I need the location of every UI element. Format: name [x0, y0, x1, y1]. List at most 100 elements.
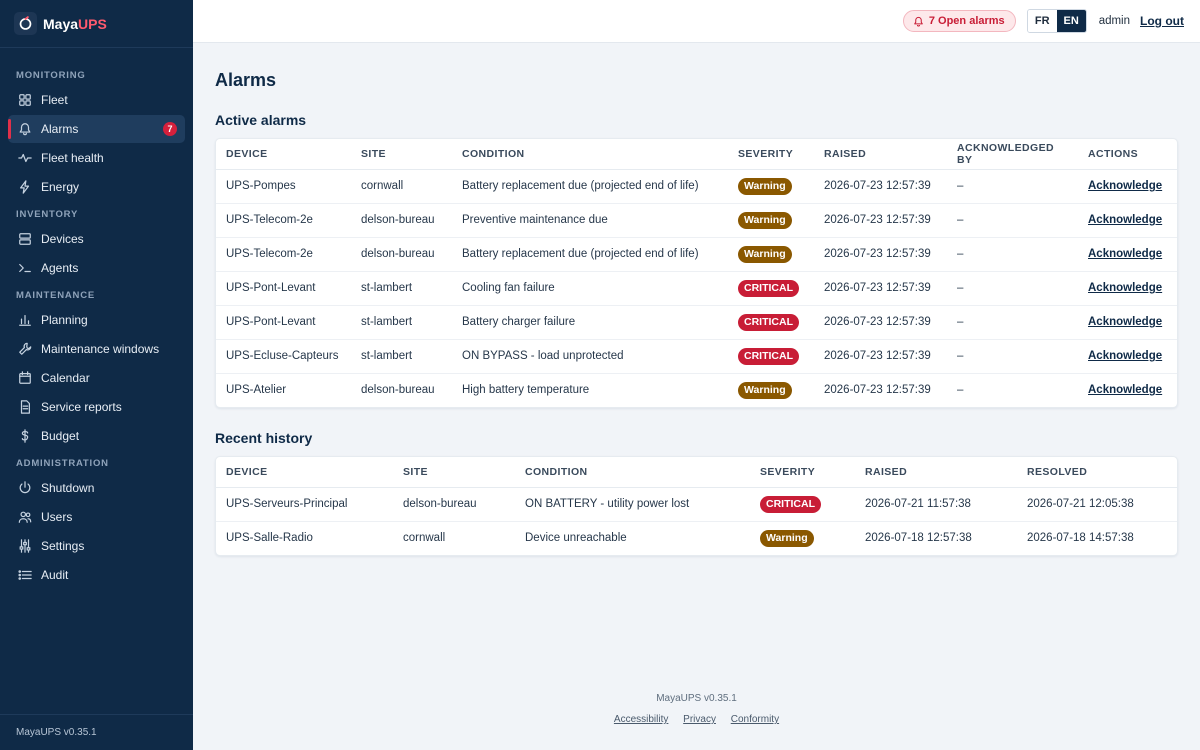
- username: admin: [1098, 15, 1131, 27]
- site-cell: delson-bureau: [351, 203, 452, 238]
- document-icon: [18, 400, 32, 414]
- resolved-cell: 2026-07-21 12:05:38: [1017, 487, 1177, 522]
- footer-link-conformity[interactable]: Conformity: [731, 714, 779, 725]
- acknowledged-by-cell: –: [947, 339, 1078, 374]
- sidebar-nav: MONITORING Fleet Alarms 7 Fleet health Energy…: [0, 48, 193, 714]
- sidebar-item-alarms[interactable]: Alarms 7: [8, 115, 185, 143]
- severity-badge: Warning: [738, 245, 792, 263]
- power-icon: [18, 481, 32, 495]
- sidebar-item-audit[interactable]: Audit: [8, 561, 185, 589]
- severity-cell: CRITICAL: [750, 487, 855, 522]
- condition-cell: ON BYPASS - load unprotected: [452, 339, 728, 374]
- severity-badge: CRITICAL: [738, 279, 799, 297]
- sidebar-item-users[interactable]: Users: [8, 503, 185, 531]
- column-header-severity: SEVERITY: [750, 457, 855, 488]
- acknowledge-link[interactable]: Acknowledge: [1088, 282, 1162, 294]
- acknowledged-by-cell: –: [947, 305, 1078, 340]
- acknowledge-link[interactable]: Acknowledge: [1088, 180, 1162, 192]
- sidebar: MayaUPS MONITORING Fleet Alarms 7 Fleet heal…: [0, 0, 193, 750]
- column-header-device: DEVICE: [216, 457, 393, 488]
- lang-fr-button[interactable]: FR: [1027, 10, 1057, 32]
- sidebar-item-planning[interactable]: Planning: [8, 306, 185, 334]
- sidebar-item-energy[interactable]: Energy: [8, 173, 185, 201]
- severity-badge: Warning: [738, 211, 792, 229]
- sidebar-item-shutdown[interactable]: Shutdown: [8, 474, 185, 502]
- open-alarms-label: 7 Open alarms: [928, 15, 1005, 27]
- acknowledge-link[interactable]: Acknowledge: [1088, 214, 1162, 226]
- severity-cell: Warning: [728, 203, 814, 238]
- column-header-acknowledged-by: ACKNOWLEDGED BY: [947, 139, 1078, 170]
- alarm-count-badge: 7: [163, 122, 177, 136]
- sidebar-item-budget[interactable]: Budget: [8, 422, 185, 450]
- content: Alarms Active alarms DEVICE SITE CONDITION…: [193, 43, 1200, 750]
- sidebar-item-label: Users: [41, 510, 73, 524]
- acknowledged-by-cell: –: [947, 271, 1078, 306]
- condition-cell: Preventive maintenance due: [452, 203, 728, 238]
- grid-icon: [18, 93, 32, 107]
- device-cell: UPS-Pont-Levant: [216, 271, 351, 306]
- sidebar-item-settings[interactable]: Settings: [8, 532, 185, 560]
- sidebar-item-calendar[interactable]: Calendar: [8, 364, 185, 392]
- raised-cell: 2026-07-18 12:57:38: [865, 532, 972, 545]
- table-row: UPS-Salle-Radio cornwall Device unreachabl…: [216, 521, 1177, 555]
- actions-cell: Acknowledge: [1078, 305, 1177, 340]
- calendar-icon: [18, 371, 32, 385]
- active-alarms-body: UPS-Pompes cornwall Battery replacement du…: [216, 169, 1177, 407]
- users-icon: [18, 510, 32, 524]
- lang-en-button[interactable]: EN: [1056, 10, 1086, 32]
- site-cell: st-lambert: [351, 305, 452, 340]
- severity-cell: Warning: [750, 521, 855, 555]
- severity-cell: Warning: [728, 237, 814, 272]
- column-header-severity: SEVERITY: [728, 139, 814, 170]
- table-row: UPS-Atelier delson-bureau High battery tem…: [216, 373, 1177, 407]
- device-cell: UPS-Telecom-2e: [216, 237, 351, 272]
- table-row: UPS-Pont-Levant st-lambert Cooling fan fai…: [216, 271, 1177, 306]
- column-header-raised: RAISED: [855, 457, 1017, 488]
- footer-link-accessibility[interactable]: Accessibility: [614, 714, 668, 725]
- acknowledge-link[interactable]: Acknowledge: [1088, 350, 1162, 362]
- brand[interactable]: MayaUPS: [0, 0, 193, 48]
- acknowledged-by-cell: –: [947, 203, 1078, 238]
- site-cell: delson-bureau: [361, 384, 435, 397]
- raised-cell: 2026-07-23 12:57:39: [814, 339, 947, 374]
- acknowledge-link[interactable]: Acknowledge: [1088, 248, 1162, 260]
- severity-badge: CRITICAL: [738, 313, 799, 331]
- footer-link-privacy[interactable]: Privacy: [683, 714, 716, 725]
- nav-section-monitoring: MONITORING: [16, 70, 86, 81]
- sidebar-item-maintenance-windows[interactable]: Maintenance windows: [8, 335, 185, 363]
- nav-section-maintenance: MAINTENANCE: [16, 290, 95, 301]
- open-alarms-pill[interactable]: 7 Open alarms: [902, 10, 1016, 32]
- app-root: MayaUPS MONITORING Fleet Alarms 7 Fleet heal…: [0, 0, 1200, 750]
- recent-history-header: DEVICE SITE CONDITION SEVERITY RAISED RESOLVE…: [216, 457, 1177, 488]
- raised-cell: 2026-07-21 11:57:38: [855, 487, 1017, 522]
- acknowledge-link[interactable]: Acknowledge: [1088, 316, 1162, 328]
- table-row: UPS-Pompes cornwall Battery replacement du…: [216, 169, 1177, 204]
- acknowledged-by-cell: –: [947, 169, 1078, 204]
- site-cell: delson-bureau: [351, 237, 452, 272]
- sidebar-item-fleet-health[interactable]: Fleet health: [8, 144, 185, 172]
- severity-cell: CRITICAL: [728, 305, 814, 340]
- list-icon: [18, 568, 32, 582]
- main: 7 Open alarms FR EN admin Log out Alarms…: [193, 0, 1200, 750]
- sidebar-version: MayaUPS v0.35.1: [0, 714, 193, 750]
- sidebar-item-label: Maintenance windows: [41, 342, 160, 356]
- sidebar-item-fleet[interactable]: Fleet: [8, 86, 185, 114]
- severity-cell: CRITICAL: [728, 339, 814, 374]
- site-cell: st-lambert: [351, 271, 452, 306]
- device-cell: UPS-Pompes: [216, 169, 351, 204]
- condition-cell: Battery charger failure: [452, 305, 728, 340]
- bar-chart-icon: [18, 313, 32, 327]
- footer-links: Accessibility Privacy Conformity: [193, 714, 1200, 725]
- acknowledge-link[interactable]: Acknowledge: [1088, 384, 1162, 396]
- site-cell: st-lambert: [351, 339, 452, 374]
- recent-history-card: DEVICE SITE CONDITION SEVERITY RAISED RESOLVE…: [215, 456, 1178, 556]
- sidebar-item-devices[interactable]: Devices: [8, 225, 185, 253]
- severity-cell: Warning: [728, 373, 814, 407]
- sidebar-item-agents[interactable]: Agents: [8, 254, 185, 282]
- sidebar-item-service-reports[interactable]: Service reports: [8, 393, 185, 421]
- table-row: UPS-Pont-Levant st-lambert Battery charger…: [216, 305, 1177, 340]
- condition-cell: Battery replacement due (projected end o…: [452, 237, 728, 272]
- raised-cell: 2026-07-23 12:57:39: [814, 305, 947, 340]
- sidebar-item-label: Audit: [41, 568, 69, 582]
- logout-link[interactable]: Log out: [1140, 14, 1184, 28]
